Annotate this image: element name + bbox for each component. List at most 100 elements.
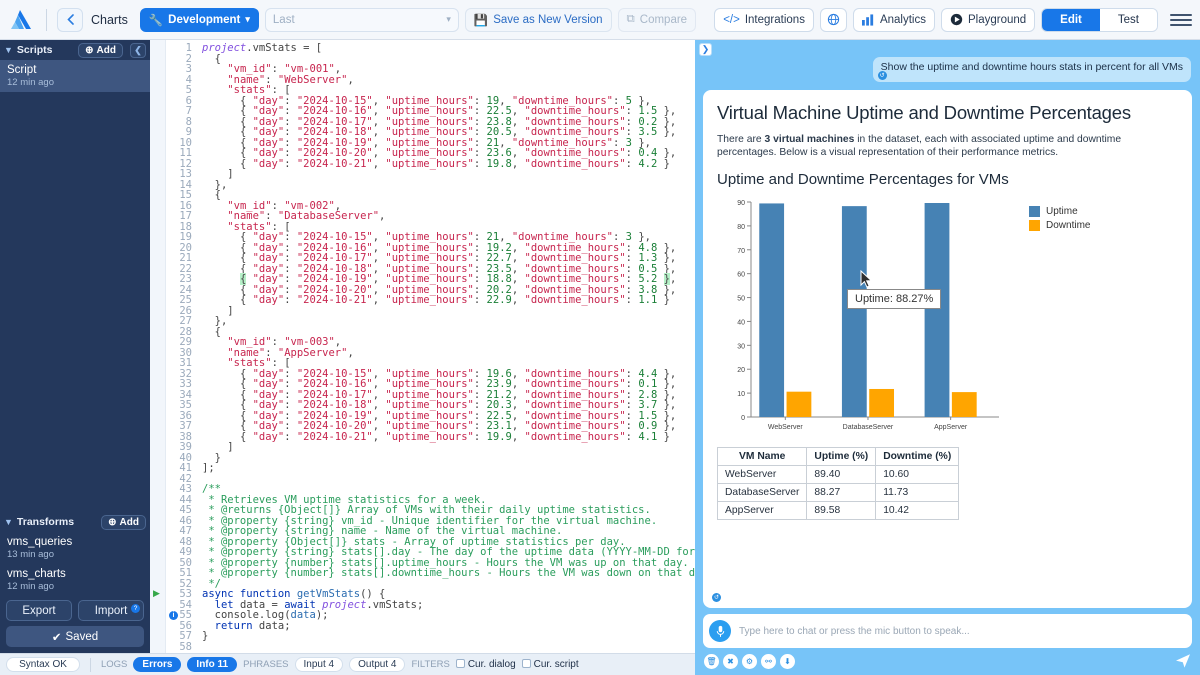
export-button[interactable]: Export xyxy=(6,600,72,621)
import-button[interactable]: Import ? xyxy=(78,600,144,621)
cur-dialog-checkbox[interactable]: Cur. dialog xyxy=(456,659,516,670)
scripts-section-header[interactable]: ▼ Scripts ⊕ Add ❮ xyxy=(0,40,150,60)
logs-label: LOGS xyxy=(101,659,127,670)
svg-text:10: 10 xyxy=(737,391,745,398)
save-new-version-button[interactable]: 💾 Save as New Version xyxy=(465,8,612,32)
add-script-button[interactable]: ⊕ Add xyxy=(78,43,123,58)
info-marker-icon[interactable]: i xyxy=(169,611,178,620)
refresh-icon[interactable]: ↺ xyxy=(712,593,721,602)
syntax-status: Syntax OK xyxy=(6,657,80,672)
version-select[interactable]: Last ▾ xyxy=(265,8,459,32)
top-toolbar: chevron-left-icon Charts 🔧 Development ▾… xyxy=(0,0,1200,40)
back-button[interactable]: chevron-left-icon xyxy=(57,8,83,32)
import-label: Import xyxy=(95,605,128,617)
refresh-icon[interactable]: ↺ xyxy=(878,71,887,80)
table-cell: 10.60 xyxy=(876,466,959,484)
chat-panel: ❯ Show the uptime and downtime hours sta… xyxy=(695,40,1200,675)
svg-text:80: 80 xyxy=(737,224,745,231)
filters-label: FILTERS xyxy=(411,659,449,670)
trash-icon[interactable]: 🗑 xyxy=(704,654,719,669)
scripts-title: Scripts xyxy=(17,44,53,56)
toolbar-divider-1 xyxy=(46,9,47,31)
user-message: Show the uptime and downtime hours stats… xyxy=(873,57,1191,82)
collapse-sidebar-button[interactable]: ❮ xyxy=(130,43,146,58)
analytics-button[interactable]: Analytics xyxy=(853,8,935,32)
svg-text:60: 60 xyxy=(737,272,745,279)
table-row: AppServer89.5810.42 xyxy=(718,502,959,520)
import-help-badge[interactable]: ? xyxy=(131,604,140,613)
table-header-cell: Downtime (%) xyxy=(876,448,959,466)
table-cell: DatabaseServer xyxy=(718,484,807,502)
transform-time: 13 min ago xyxy=(7,549,143,560)
edit-test-toggle: Edit Test xyxy=(1041,8,1158,32)
breadcrumb[interactable]: Charts xyxy=(89,13,134,27)
send-icon[interactable] xyxy=(1175,653,1191,669)
editor-gutter[interactable] xyxy=(150,40,166,653)
chat-tools: 🗑 ✖ ⚙ ⚯ ⬇ xyxy=(701,648,1194,675)
download-icon[interactable]: ⬇ xyxy=(780,654,795,669)
response-intro: There are 3 virtual machines in the data… xyxy=(717,133,1178,159)
info-filter[interactable]: Info 11 xyxy=(187,657,237,672)
playground-button[interactable]: Playground xyxy=(941,8,1035,32)
chart-row: 0102030405060708090WebServerDatabaseServ… xyxy=(717,194,1178,439)
analytics-label: Analytics xyxy=(880,14,926,26)
input-filter[interactable]: Input 4 xyxy=(295,657,344,672)
table-cell: WebServer xyxy=(718,466,807,484)
clear-icon[interactable]: ✖ xyxy=(723,654,738,669)
cur-script-checkbox[interactable]: Cur. script xyxy=(522,659,579,670)
bar-chart[interactable]: 0102030405060708090WebServerDatabaseServ… xyxy=(717,194,1007,439)
output-filter[interactable]: Output 4 xyxy=(349,657,405,672)
chat-input-bar[interactable]: Type here to chat or press the mic butto… xyxy=(703,614,1192,648)
checkbox-icon xyxy=(522,659,531,668)
intro-bold: 3 virtual machines xyxy=(765,134,855,145)
microphone-icon[interactable] xyxy=(709,620,731,642)
compare-button[interactable]: ⧉ Compare xyxy=(618,8,697,32)
sidebar-item-script[interactable]: Script 12 min ago xyxy=(0,60,150,92)
app-logo[interactable] xyxy=(6,7,36,33)
saved-button[interactable]: ✔ Saved xyxy=(6,626,144,647)
errors-filter[interactable]: Errors xyxy=(133,657,181,672)
settings-icon[interactable]: ⚙ xyxy=(742,654,757,669)
chart-svg: 0102030405060708090WebServerDatabaseServ… xyxy=(717,194,1007,439)
globe-icon xyxy=(827,13,840,26)
add-transform-button[interactable]: ⊕ Add xyxy=(101,515,146,530)
compare-icon: ⧉ xyxy=(627,13,635,26)
transforms-title: Transforms xyxy=(17,516,74,528)
compare-label: Compare xyxy=(640,14,687,26)
link-icon[interactable]: ⚯ xyxy=(761,654,776,669)
legend-item-downtime[interactable]: Downtime xyxy=(1029,220,1090,231)
tab-edit[interactable]: Edit xyxy=(1042,9,1100,31)
environment-selector[interactable]: 🔧 Development ▾ xyxy=(140,8,259,32)
plus-circle-icon: ⊕ xyxy=(108,517,116,528)
transforms-section-header[interactable]: ▼ Transforms ⊕ Add xyxy=(0,512,150,532)
wrench-icon: 🔧 xyxy=(149,13,163,27)
transform-time: 12 min ago xyxy=(7,581,143,592)
table-cell: AppServer xyxy=(718,502,807,520)
sidebar-item-vms-queries[interactable]: vms_queries 13 min ago xyxy=(0,532,150,564)
expand-chat-button[interactable]: ❯ xyxy=(699,43,712,56)
chat-input-placeholder[interactable]: Type here to chat or press the mic butto… xyxy=(739,626,970,637)
table-cell: 89.40 xyxy=(807,466,876,484)
save-label: Save as New Version xyxy=(493,14,602,26)
chevron-down-icon: ▼ xyxy=(4,45,13,55)
chart-legend: Uptime Downtime xyxy=(1029,206,1090,439)
chevron-down-icon: ▼ xyxy=(4,517,13,527)
integrations-button[interactable]: </> Integrations xyxy=(714,8,814,32)
table-header-row: VM NameUptime (%)Downtime (%) xyxy=(718,448,959,466)
sidebar-item-vms-charts[interactable]: vms_charts 12 min ago xyxy=(0,564,150,596)
integrations-label: Integrations xyxy=(745,14,805,26)
response-title: Virtual Machine Uptime and Downtime Perc… xyxy=(717,102,1178,124)
svg-text:AppServer: AppServer xyxy=(934,424,968,431)
legend-item-uptime[interactable]: Uptime xyxy=(1029,206,1090,217)
assistant-response-card: Virtual Machine Uptime and Downtime Perc… xyxy=(703,90,1192,608)
sidebar-filler xyxy=(0,92,150,512)
chart-section-title: Uptime and Downtime Percentages for VMs xyxy=(717,171,1178,188)
globe-button[interactable] xyxy=(820,8,847,32)
status-divider-1 xyxy=(90,658,91,672)
run-function-icon[interactable]: ▶ xyxy=(153,588,160,599)
table-cell: 10.42 xyxy=(876,502,959,520)
tab-test[interactable]: Test xyxy=(1100,9,1157,31)
table-body: WebServer89.4010.60DatabaseServer88.2711… xyxy=(718,466,959,520)
hamburger-icon[interactable] xyxy=(1170,14,1192,26)
svg-text:70: 70 xyxy=(737,248,745,255)
